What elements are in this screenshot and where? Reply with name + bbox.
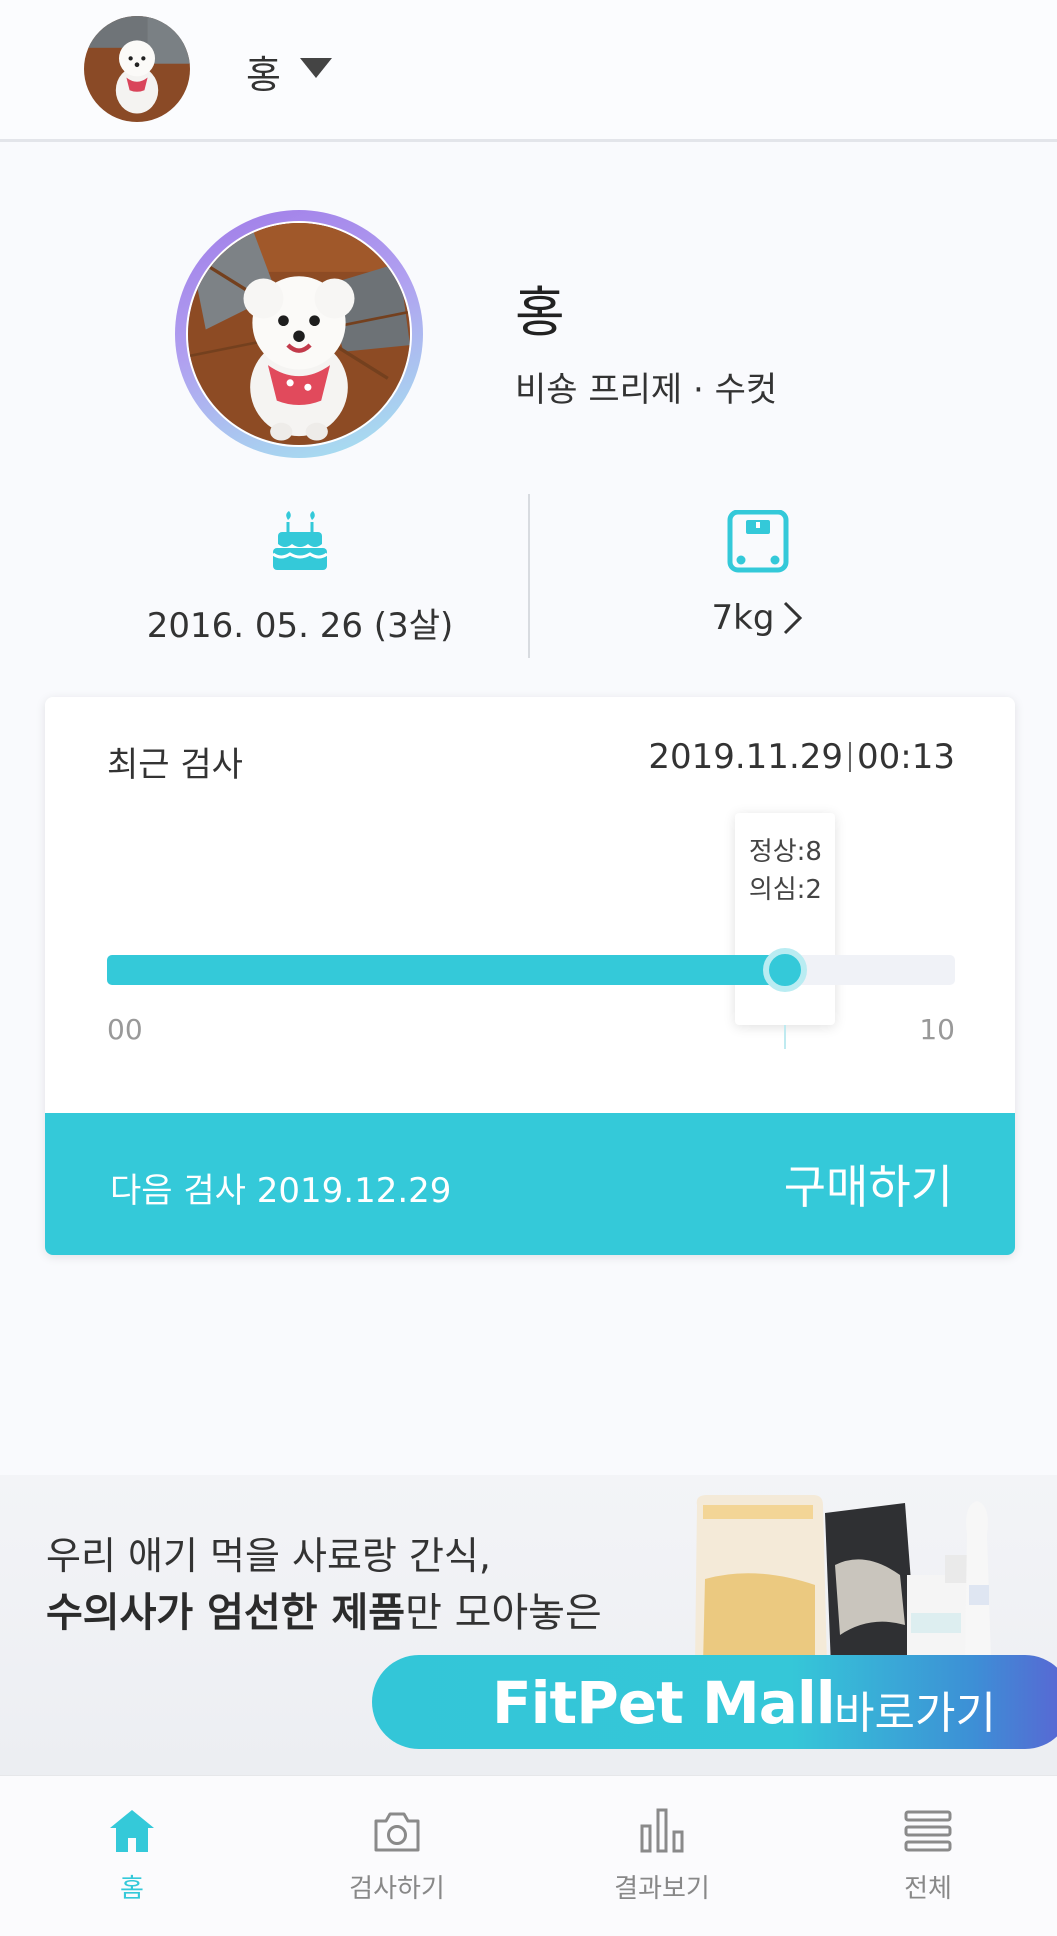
result-progress-fill xyxy=(107,955,786,985)
camera-icon xyxy=(374,1812,420,1852)
banner-line1: 우리 애기 먹을 사료랑 간식, xyxy=(46,1534,491,1578)
recent-test-title: 최근 검사 xyxy=(107,745,243,785)
bar-chart-icon xyxy=(640,1808,684,1853)
home-icon xyxy=(110,1810,154,1852)
pet-selector-name[interactable]: 홍 xyxy=(246,44,281,99)
nav-all[interactable]: 전체 xyxy=(828,1806,1028,1905)
dog-photo xyxy=(84,16,190,122)
suspect-count: 의심:2 xyxy=(748,875,822,905)
range-min-label: 00 xyxy=(107,1013,143,1046)
pet-avatar-small[interactable] xyxy=(84,16,190,122)
mall-brand: FitPet Mall xyxy=(492,1669,836,1737)
tooltip-stem xyxy=(784,1025,787,1049)
pet-breed-gender: 비숑 프리제 · 수컷 xyxy=(515,370,778,410)
nav-all-label: 전체 xyxy=(904,1874,952,1904)
card-footer: 다음 검사 2019.12.29 구매하기 xyxy=(45,1113,1015,1255)
range-max-label: 10 xyxy=(919,1013,955,1046)
app-header: 홍 xyxy=(0,0,1057,142)
weight-value: 7kg xyxy=(711,598,775,638)
chevron-right-icon xyxy=(784,601,803,635)
pet-profile-photo xyxy=(175,210,423,458)
birthday-value: 2016. 05. 26 (3살) xyxy=(146,606,454,646)
recent-test-time: 00:13 xyxy=(857,737,955,777)
nav-test-label: 검사하기 xyxy=(349,1874,445,1904)
menu-icon xyxy=(904,1810,952,1852)
next-test-date: 다음 검사 2019.12.29 xyxy=(110,1171,452,1211)
fitpet-mall-banner[interactable]: 우리 애기 먹을 사료랑 간식, 수의사가 엄선한 제품만 모아놓은 FitPe… xyxy=(0,1475,1057,1775)
nav-results-label: 결과보기 xyxy=(614,1874,710,1904)
recent-test-datetime: 2019.11.29 00:13 xyxy=(648,737,955,777)
nav-home[interactable]: 홈 xyxy=(32,1806,232,1905)
banner-line2-bold: 수의사가 엄선한 제품 xyxy=(46,1590,406,1636)
normal-count: 정상:8 xyxy=(748,837,822,867)
caret-down-icon[interactable] xyxy=(300,58,332,78)
weight-link[interactable]: 7kg xyxy=(712,598,805,638)
result-tooltip: 정상:8 의심:2 xyxy=(735,813,836,1025)
recent-test-date: 2019.11.29 xyxy=(648,737,844,777)
products-image xyxy=(695,1495,991,1667)
recent-test-card: 최근 검사 2019.11.29 00:13 정상:8 의심:2 00 10 다… xyxy=(45,697,1015,1255)
datetime-separator xyxy=(849,742,852,772)
birthday-stat: 2016. 05. 26 (3살) xyxy=(90,510,510,647)
weight-stat[interactable]: 7kg xyxy=(548,510,968,638)
fitpet-mall-button[interactable]: FitPet Mall 바로가기 xyxy=(372,1655,1057,1749)
result-progress-bar xyxy=(107,955,955,985)
banner-line2-rest: 만 모아놓은 xyxy=(405,1590,602,1636)
nav-results[interactable]: 결과보기 xyxy=(562,1806,762,1905)
mall-go-label: 바로가기 xyxy=(834,1688,996,1739)
birthday-cake-icon xyxy=(272,511,328,570)
scale-icon xyxy=(727,510,789,573)
banner-line2: 수의사가 엄선한 제품만 모아놓은 xyxy=(46,1580,602,1638)
buy-button[interactable]: 구매하기 xyxy=(784,1151,953,1217)
dog-photo xyxy=(188,223,410,445)
pet-name: 홍 xyxy=(515,281,565,344)
bottom-nav: 홈 검사하기 결과보기 전체 xyxy=(0,1775,1057,1936)
nav-home-label: 홈 xyxy=(120,1874,144,1904)
stat-divider xyxy=(528,494,530,658)
nav-test[interactable]: 검사하기 xyxy=(297,1806,497,1905)
